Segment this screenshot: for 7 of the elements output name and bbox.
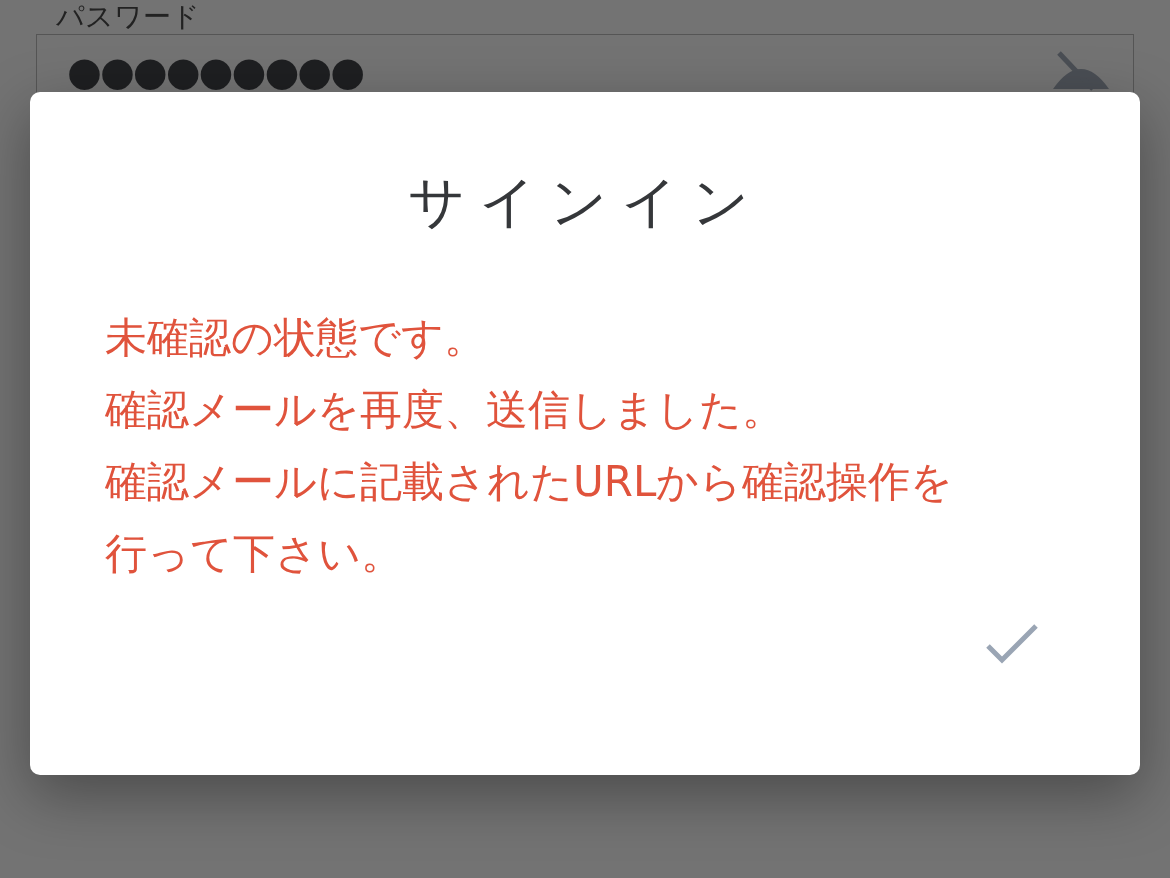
- dialog-title: サインイン: [406, 168, 764, 236]
- message-text: 確認メールを再度、送信しました。: [105, 384, 784, 436]
- message-text: 行って下さい。: [105, 528, 403, 580]
- message-text: 未確認の状態です。: [105, 312, 486, 364]
- message-text: 確認メールに記載されたURLから確認操作を: [105, 456, 954, 508]
- field-label: パスワード: [55, 0, 201, 34]
- password-value: ●●●●●●●●●: [67, 49, 364, 93]
